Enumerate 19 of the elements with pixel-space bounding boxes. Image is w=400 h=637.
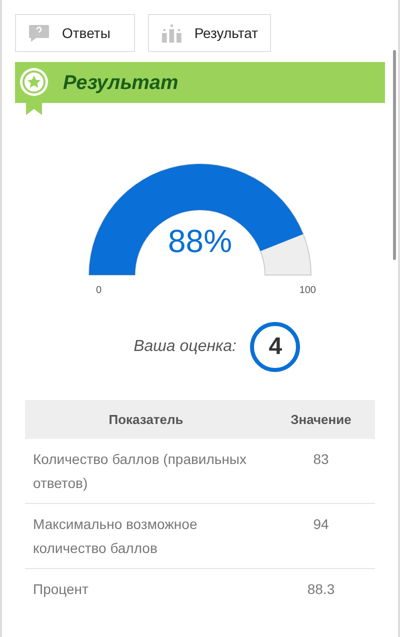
table-cell: Количество баллов (правильных ответов) xyxy=(25,439,267,504)
table-cell: 94 xyxy=(267,504,375,568)
grade-label: Ваша оценка: xyxy=(134,338,236,356)
table-cell: Процент xyxy=(25,568,267,609)
gauge-value: 88% xyxy=(166,223,234,260)
column-header: Значение xyxy=(267,400,375,439)
section-title: Результат xyxy=(63,72,178,95)
table-cell: 83 xyxy=(267,439,375,504)
scale-max-label: 100 xyxy=(299,285,316,296)
table-cell: 88.3 xyxy=(267,568,375,609)
grade-value: 4 xyxy=(250,322,300,372)
tab[interactable]: Результат xyxy=(148,14,271,52)
podium-icon xyxy=(161,23,182,43)
column-header: Показатель xyxy=(25,400,267,439)
tab[interactable]: Ответы xyxy=(15,14,135,52)
scrollbar[interactable] xyxy=(393,50,396,260)
table-cell: Максимально возможное количество баллов xyxy=(25,504,267,568)
speech-bubble-icon xyxy=(28,24,50,42)
scale-min-label: 0 xyxy=(96,285,102,296)
